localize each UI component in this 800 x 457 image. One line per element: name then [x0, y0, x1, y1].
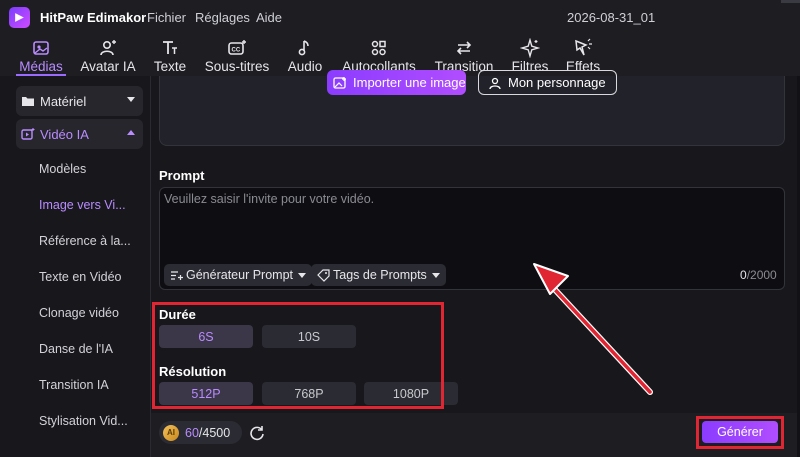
prompt-generator-dropdown[interactable]: Générateur Prompt [164, 264, 312, 286]
title-bar: HitPaw Edimakor Fichier Réglages Aide 20… [0, 0, 800, 34]
prompt-generator-label: Générateur Prompt [186, 268, 293, 282]
tab-texte[interactable]: Texte [154, 36, 186, 76]
menu-reglages[interactable]: Réglages [195, 10, 250, 25]
media-icon [33, 41, 49, 55]
credits-indicator: AI 60 /4500 [159, 421, 242, 444]
credits-total: /4500 [198, 425, 231, 440]
tab-medias[interactable]: Médias [18, 36, 64, 76]
tab-avatar-ia[interactable]: Avatar IA [80, 36, 136, 76]
sidebar-item-texte-en-video[interactable]: Texte en Vidéo [39, 270, 121, 284]
app-name: HitPaw Edimakor [40, 10, 147, 25]
tab-sous-titres[interactable]: CC Sous-titres [204, 36, 270, 76]
sidebar-category-video-ia[interactable]: Vidéo IA [16, 119, 143, 149]
sidebar-item-modeles[interactable]: Modèles [39, 162, 86, 176]
folder-icon [22, 97, 34, 106]
magic-list-icon [171, 270, 183, 280]
tab-audio[interactable]: Audio [287, 36, 323, 76]
image-upload-icon [333, 76, 346, 89]
my-character-button[interactable]: Mon personnage [478, 70, 617, 95]
annotation-highlight-generate [696, 416, 784, 449]
sidebar-item-image-vers-video[interactable]: Image vers Vi... [39, 198, 126, 212]
sidebar-item-danse-ia[interactable]: Danse de l'IA [39, 342, 113, 356]
image-upload-area[interactable] [159, 76, 785, 146]
ai-video-icon [21, 128, 35, 140]
sidebar-item-stylisation-video[interactable]: Stylisation Vid... [39, 414, 128, 428]
category-label: Vidéo IA [40, 126, 89, 142]
prompt-char-count: 0 [740, 268, 747, 282]
sidebar-item-transition-ia[interactable]: Transition IA [39, 378, 109, 392]
effects-icon [575, 38, 592, 56]
import-image-label: Importer une image [353, 75, 466, 90]
credits-used: 60 [185, 425, 199, 440]
menu-aide[interactable]: Aide [256, 10, 282, 25]
tab-label: Texte [153, 59, 187, 74]
filters-icon [520, 38, 540, 58]
refresh-icon[interactable] [248, 424, 266, 442]
chevron-up-icon [127, 130, 135, 135]
character-icon [489, 77, 501, 89]
coin-icon: AI [163, 424, 179, 441]
my-character-label: Mon personnage [508, 75, 606, 90]
tab-label: Médias [19, 59, 63, 74]
sidebar-category-materiel[interactable]: Matériel [16, 86, 143, 116]
audio-icon [298, 40, 309, 56]
annotation-highlight-settings [152, 302, 444, 409]
tag-icon [317, 268, 330, 282]
text-icon [163, 41, 177, 54]
sidebar-item-reference[interactable]: Référence à la... [39, 234, 131, 248]
chevron-down-icon [127, 97, 135, 102]
chevron-down-icon [298, 272, 306, 278]
window-edge [781, 0, 800, 3]
prompt-input[interactable] [164, 192, 774, 252]
prompt-char-max: /2000 [746, 268, 777, 282]
prompt-tags-label: Tags de Prompts [333, 268, 427, 282]
svg-text:CC: CC [232, 48, 241, 54]
transition-icon [456, 41, 472, 55]
tab-label: Sous-titres [204, 59, 270, 74]
document-title: 2026-08-31_01 [567, 10, 656, 25]
tab-label: Avatar IA [80, 59, 136, 74]
menu-fichier[interactable]: Fichier [147, 10, 186, 25]
avatar-icon [100, 40, 116, 56]
category-label: Matériel [40, 93, 87, 109]
tab-label: Audio [287, 59, 323, 74]
import-image-button[interactable]: Importer une image [327, 70, 466, 95]
app-logo-icon [9, 7, 30, 28]
stickers-icon [371, 40, 386, 56]
sidebar-divider [150, 76, 151, 457]
chevron-down-icon [431, 272, 440, 278]
prompt-title: Prompt [159, 168, 205, 183]
sidebar-item-clonage-video[interactable]: Clonage vidéo [39, 306, 119, 320]
subtitles-icon: CC [228, 40, 246, 55]
prompt-char-counter: 0/2000 [740, 268, 777, 282]
prompt-tags-dropdown[interactable]: Tags de Prompts [311, 264, 446, 286]
